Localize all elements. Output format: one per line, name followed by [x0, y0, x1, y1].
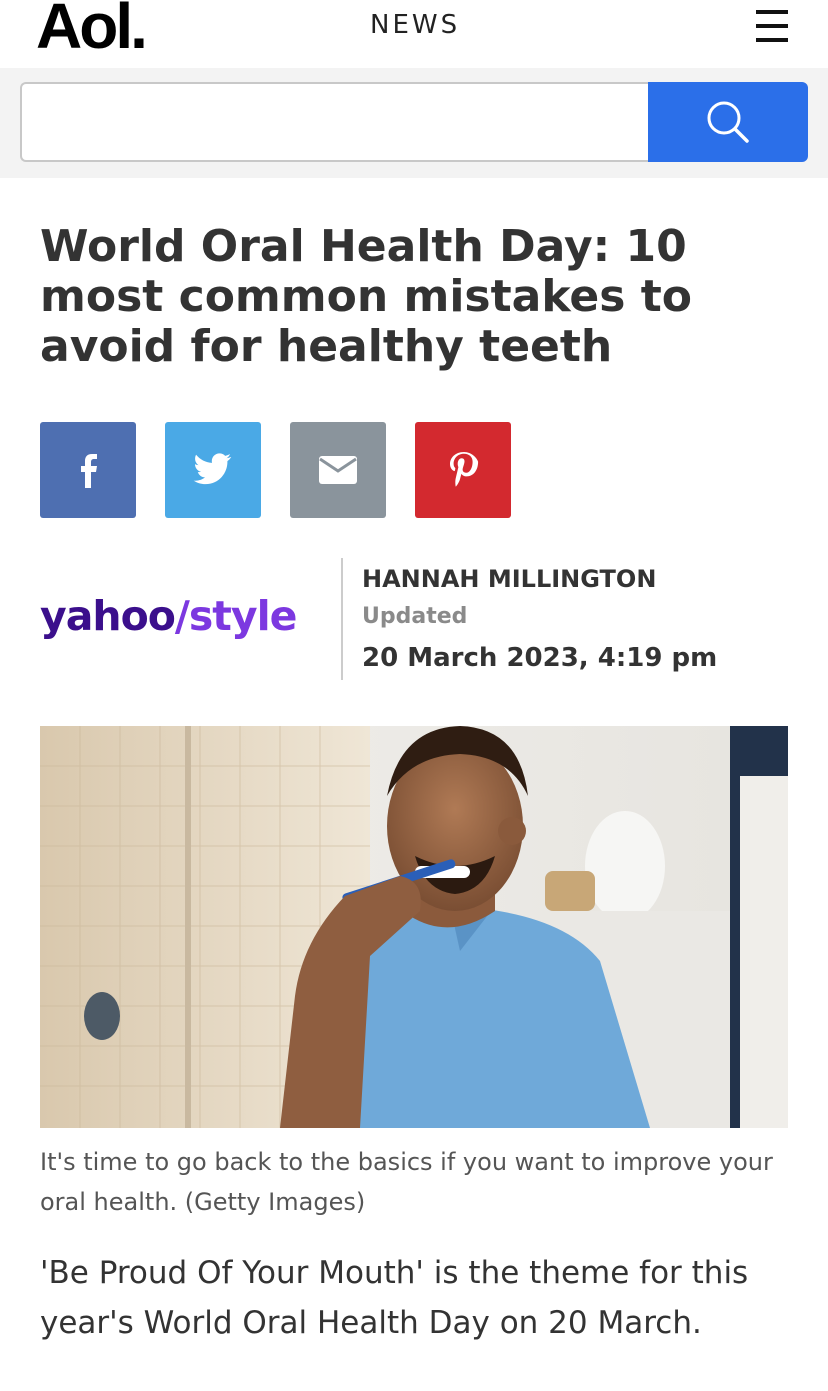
top-navigation-bar: Aol. NEWS	[0, 0, 828, 68]
article-headline: World Oral Health Day: 10 most common mi…	[40, 221, 693, 372]
article-paragraph: 'Be Proud Of Your Mouth' is the theme fo…	[40, 1255, 749, 1341]
share-email-button[interactable]	[290, 422, 386, 518]
yahoo-style-logo[interactable]: yahoo/style	[40, 586, 297, 646]
hamburger-menu-icon[interactable]	[752, 8, 792, 44]
style-logo-text: /style	[174, 592, 298, 640]
facebook-icon	[81, 454, 97, 488]
image-caption: It's time to go back to the basics if yo…	[40, 1148, 773, 1216]
search-icon	[707, 101, 749, 143]
share-facebook-button[interactable]	[40, 422, 136, 518]
yahoo-logo-text: yahoo	[40, 592, 176, 640]
section-label[interactable]: NEWS	[370, 10, 460, 40]
article-byline: yahoo/style HANNAH MILLINGTON Updated 20…	[40, 556, 800, 682]
share-pinterest-button[interactable]	[415, 422, 511, 518]
share-buttons	[40, 422, 520, 518]
article-hero-image	[40, 726, 788, 1128]
share-twitter-button[interactable]	[165, 422, 261, 518]
twitter-icon	[193, 453, 232, 485]
pinterest-icon	[450, 452, 479, 487]
byline-divider	[341, 558, 343, 680]
aol-logo[interactable]: Aol.	[36, 0, 148, 58]
search-input[interactable]	[20, 82, 650, 162]
search-button[interactable]	[648, 82, 808, 162]
updated-label: Updated	[362, 604, 468, 629]
email-icon	[319, 456, 357, 484]
publish-date: 20 March 2023, 4:19 pm	[362, 643, 718, 673]
author-name[interactable]: HANNAH MILLINGTON	[362, 564, 656, 594]
